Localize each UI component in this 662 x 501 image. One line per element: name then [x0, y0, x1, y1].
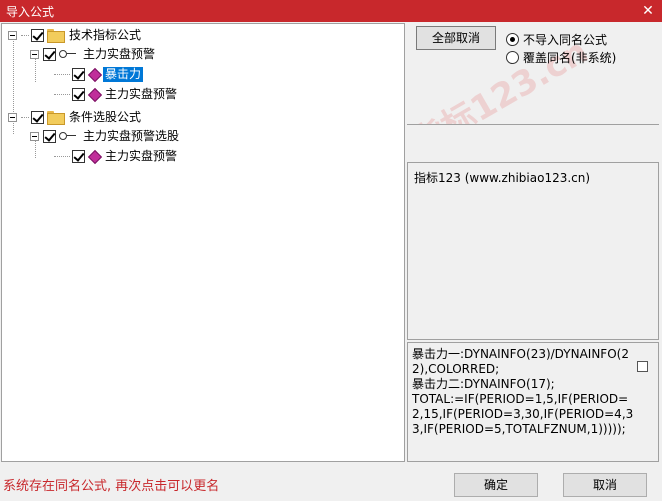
title-bar: 导入公式 ✕ — [0, 0, 662, 22]
tree-node-label: 主力实盘预警 — [105, 86, 178, 101]
checkbox[interactable] — [31, 110, 44, 124]
radio-button[interactable] — [506, 33, 519, 46]
tree-node-label: 主力实盘预警 — [83, 46, 156, 61]
tree-node-tech-indicators[interactable]: 技术指标公式 — [8, 27, 143, 43]
collapse-icon[interactable] — [8, 112, 17, 122]
code-text: 暴击力一:DYNAINFO(23)/DYNAINFO(22),COLORRED;… — [412, 347, 634, 436]
scroll-checkbox[interactable] — [637, 361, 648, 372]
tree-node-label: 条件选股公式 — [69, 109, 142, 124]
checkbox[interactable] — [43, 47, 56, 61]
tree-node-main-warning-select[interactable]: 主力实盘预警选股 — [30, 128, 181, 144]
tree-node-label: 主力实盘预警 — [105, 148, 178, 163]
info-panel: 指标123 (www.zhibiao123.cn) — [407, 162, 659, 340]
checkbox[interactable] — [72, 87, 85, 101]
collapse-icon[interactable] — [8, 30, 17, 40]
radio-button[interactable] — [506, 51, 519, 64]
formula-icon — [88, 88, 100, 100]
tree-node-label: 暴击力 — [103, 66, 144, 82]
formula-icon — [88, 150, 100, 162]
separator — [407, 124, 659, 160]
radio-label: 覆盖同名(非系统) — [523, 51, 617, 65]
key-icon — [59, 131, 77, 141]
tree-node-label: 主力实盘预警选股 — [83, 128, 180, 143]
checkbox[interactable] — [72, 149, 85, 163]
checkbox[interactable] — [72, 67, 85, 81]
status-message: 系统存在同名公式, 再次点击可以更名 — [3, 479, 220, 494]
radio-overwrite-same[interactable]: 覆盖同名(非系统) — [506, 49, 616, 66]
collapse-icon[interactable] — [30, 131, 39, 141]
cancel-all-button[interactable]: 全部取消 — [416, 26, 496, 50]
formula-icon — [88, 68, 100, 80]
tree-node-main-warning-leaf2[interactable]: 主力实盘预警 — [54, 148, 179, 164]
close-icon[interactable]: ✕ — [638, 1, 658, 21]
formula-tree[interactable]: 技术指标公式 主力实盘预警 暴击力 主力实盘预警 条件选股公式 主力实盘预警选股 — [1, 23, 405, 462]
key-icon — [59, 49, 77, 59]
window-title: 导入公式 — [6, 5, 55, 19]
checkbox[interactable] — [31, 28, 44, 42]
tree-node-stock-selection[interactable]: 条件选股公式 — [8, 109, 143, 125]
radio-no-import-same[interactable]: 不导入同名公式 — [506, 31, 607, 48]
tree-node-label: 技术指标公式 — [69, 27, 142, 42]
tree-node-main-warning-leaf[interactable]: 主力实盘预警 — [54, 86, 179, 102]
collapse-icon[interactable] — [30, 49, 39, 59]
ok-button[interactable]: 确定 — [454, 473, 538, 497]
tree-node-baojili[interactable]: 暴击力 — [54, 66, 144, 82]
code-panel[interactable]: 暴击力一:DYNAINFO(23)/DYNAINFO(22),COLORRED;… — [407, 342, 659, 462]
info-text: 指标123 (www.zhibiao123.cn) — [414, 171, 591, 185]
radio-label: 不导入同名公式 — [523, 33, 608, 47]
cancel-button[interactable]: 取消 — [563, 473, 647, 497]
tree-node-main-warning[interactable]: 主力实盘预警 — [30, 46, 157, 62]
folder-icon — [47, 29, 65, 43]
checkbox[interactable] — [43, 129, 56, 143]
folder-icon — [47, 111, 65, 125]
